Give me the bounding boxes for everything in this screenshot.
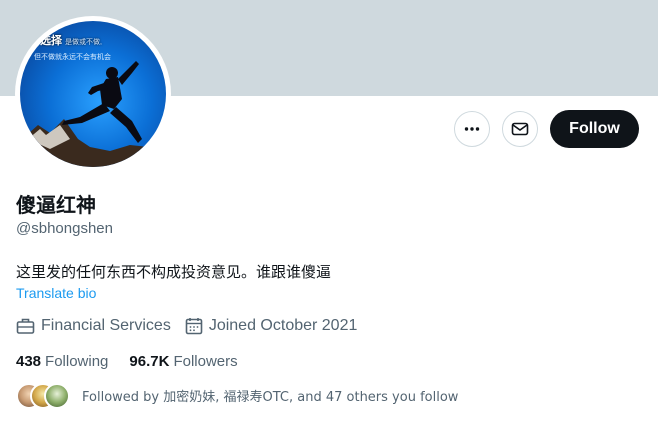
followers-link[interactable]: 96.7K Followers [129, 353, 237, 370]
avatar-caption-line1: 选择 是做或不做, [40, 35, 103, 47]
category-item: Financial Services [16, 317, 171, 335]
profile-meta: Financial Services Joined October 2021 [16, 316, 371, 336]
following-link[interactable]: 438 Following [16, 353, 108, 370]
profile-bio: 这里发的任何东西不构成投资意见。谁跟谁傻逼 [16, 263, 332, 281]
mutual-avatar [44, 383, 70, 409]
followers-count: 96.7K [129, 352, 170, 370]
joined-item: Joined October 2021 [185, 317, 358, 335]
joined-date: Joined October 2021 [208, 317, 358, 334]
mutual-avatars [16, 382, 72, 409]
category-label: Financial Services [41, 317, 171, 334]
following-label: Following [45, 352, 109, 370]
following-count: 438 [16, 352, 42, 370]
message-button[interactable] [502, 111, 538, 147]
calendar-icon [185, 318, 203, 335]
translate-bio-link[interactable]: Translate bio [16, 285, 96, 301]
profile-avatar[interactable]: 选择 是做或不做, 但不做就永远不会有机会 [20, 21, 166, 167]
avatar-caption-line2: 但不做就永远不会有机会 [34, 54, 111, 61]
envelope-icon [511, 122, 529, 136]
followed-by-text: Followed by 加密奶妹, 福禄寿OTC, and 47 others … [82, 389, 459, 405]
user-handle: @sbhongshen [16, 220, 113, 237]
followers-label: Followers [173, 352, 238, 370]
followed-by-row[interactable]: Followed by 加密奶妹, 福禄寿OTC, and 47 others … [16, 382, 459, 409]
more-dots-icon [464, 127, 480, 131]
follow-stats: 438 Following 96.7K Followers [16, 351, 259, 371]
display-name: 傻逼红神 [16, 193, 96, 217]
follow-button[interactable]: Follow [550, 110, 639, 148]
more-options-button[interactable] [454, 111, 490, 147]
briefcase-icon [16, 318, 35, 334]
